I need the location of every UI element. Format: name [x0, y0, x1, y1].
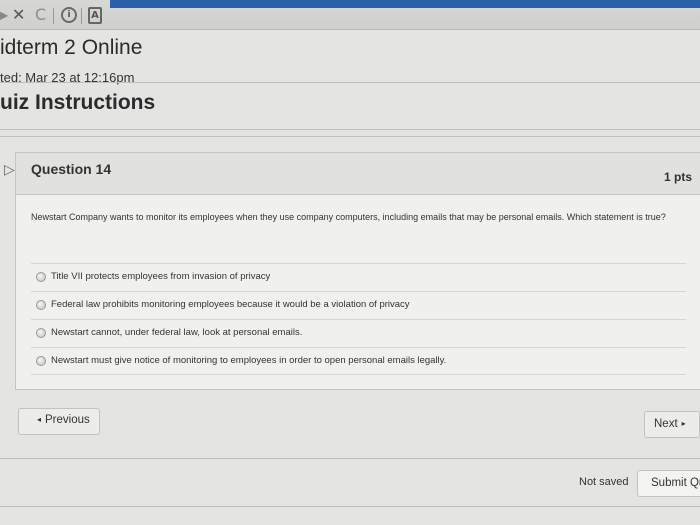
next-button[interactable]: Next ▸ — [644, 411, 700, 438]
question-header: ▷ Question 14 1 pts — [4, 153, 700, 195]
radio-button[interactable] — [36, 272, 46, 282]
answer-label[interactable]: Newstart cannot, under federal law, look… — [51, 327, 302, 338]
answer-option[interactable]: Federal law prohibits monitoring employe… — [31, 291, 686, 319]
question-text: Newstart Company wants to monitor its em… — [31, 212, 666, 222]
caret-right-icon: ▸ — [681, 419, 686, 428]
close-icon[interactable]: ✕ — [12, 7, 25, 23]
answer-label[interactable]: Title VII protects employees from invasi… — [51, 271, 270, 282]
previous-button[interactable]: ◂ Previous — [18, 408, 100, 435]
answer-option[interactable]: Newstart must give notice of monitoring … — [31, 347, 686, 375]
browser-toolbar: ▶ ✕ C i A — [0, 0, 700, 30]
question-arrow-icon: ▷ — [4, 161, 15, 177]
previous-label: Previous — [45, 414, 90, 426]
refresh-icon[interactable]: C — [35, 7, 46, 23]
divider — [0, 458, 700, 459]
answer-label[interactable]: Federal law prohibits monitoring employe… — [51, 299, 410, 310]
radio-button[interactable] — [36, 300, 46, 310]
toolbar-divider — [81, 8, 82, 24]
question-points: 1 pts — [663, 170, 692, 184]
submit-quiz-button[interactable]: Submit Qu — [637, 470, 700, 497]
answer-label[interactable]: Newstart must give notice of monitoring … — [51, 355, 446, 366]
answer-option[interactable]: Newstart cannot, under federal law, look… — [31, 319, 686, 347]
radio-button[interactable] — [36, 356, 46, 366]
question-card: ▷ Question 14 1 pts Newstart Company wan… — [4, 152, 700, 390]
answer-list: Title VII protects employees from invasi… — [31, 263, 686, 375]
document-icon[interactable]: A — [88, 7, 102, 24]
divider — [0, 129, 700, 130]
question-title: Question 14 — [31, 161, 112, 177]
divider — [0, 506, 700, 507]
save-status: Not saved — [579, 476, 629, 488]
answer-option[interactable]: Title VII protects employees from invasi… — [31, 263, 686, 291]
radio-button[interactable] — [36, 328, 46, 338]
caret-left-icon: ◂ — [37, 415, 42, 424]
page-title: idterm 2 Online — [0, 36, 143, 59]
next-label: Next — [654, 418, 678, 430]
window-title-strip — [110, 0, 700, 8]
info-icon[interactable]: i — [61, 7, 77, 23]
back-arrow-icon[interactable]: ▶ — [0, 7, 8, 23]
quiz-instructions-heading[interactable]: uiz Instructions — [0, 91, 155, 115]
divider — [0, 136, 700, 137]
toolbar-divider — [53, 8, 54, 24]
divider — [0, 82, 700, 83]
